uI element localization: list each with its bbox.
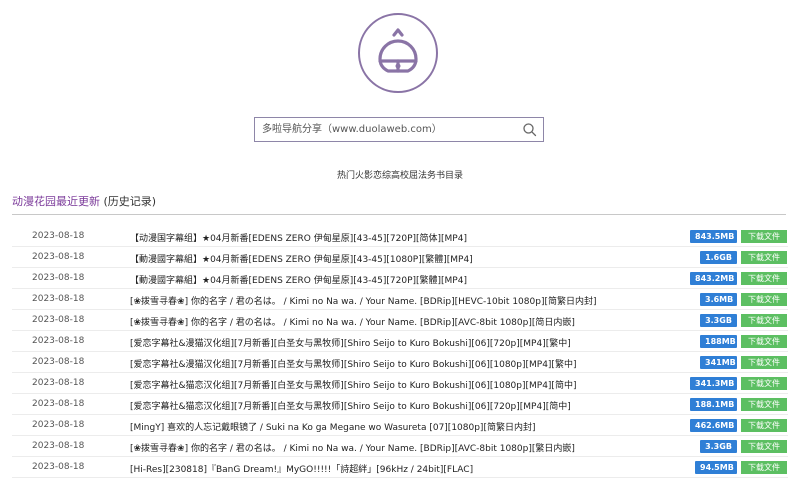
size-badge: 1.6GB xyxy=(700,251,737,264)
history-link[interactable]: (历史记录) xyxy=(104,195,157,208)
item-date: 2023-08-18 xyxy=(32,357,85,367)
list-item: 2023-08-18 [爱恋字幕社&漫猫汉化组][7月新番][白圣女与黑牧师][S… xyxy=(12,331,788,352)
item-title-link[interactable]: [Hi-Res][230818]『BanG Dream!』MyGO!!!!!「詩… xyxy=(130,462,690,475)
item-title-link[interactable]: [❀拨雪寻春❀] 你的名字 / 君の名は。 / Kimi no Na wa. /… xyxy=(130,315,690,328)
list-item: 2023-08-18 [❀拨雪寻春❀] 你的名字 / 君の名は。 / Kimi n… xyxy=(12,289,788,310)
divider xyxy=(12,214,786,215)
search-input[interactable] xyxy=(255,118,522,141)
item-title-link[interactable]: [❀拨雪寻春❀] 你的名字 / 君の名は。 / Kimi no Na wa. /… xyxy=(130,441,690,454)
list-item: 2023-08-18 [爱恋字幕社&猫恋汉化组][7月新番][白圣女与黑牧师][S… xyxy=(12,394,788,415)
item-title-link[interactable]: 【動漫國字幕組】★04月新番[EDENS ZERO 伊甸星原][43-45][7… xyxy=(130,273,690,286)
download-button[interactable]: 下载文件 xyxy=(741,230,787,243)
size-badge: 341MB xyxy=(700,356,737,369)
list-item: 2023-08-18 【動漫國字幕組】★04月新番[EDENS ZERO 伊甸星原… xyxy=(12,247,788,268)
list-item: 2023-08-18 【動漫國字幕組】★04月新番[EDENS ZERO 伊甸星原… xyxy=(12,268,788,289)
download-button[interactable]: 下载文件 xyxy=(741,461,787,474)
size-badge: 3.3GB xyxy=(700,314,737,327)
item-title-link[interactable]: 【动漫国字幕组】★04月新番[EDENS ZERO 伊甸星原][43-45][7… xyxy=(130,231,690,244)
download-button[interactable]: 下载文件 xyxy=(741,272,787,285)
item-date: 2023-08-18 xyxy=(32,420,85,430)
item-title-link[interactable]: [爱恋字幕社&猫恋汉化组][7月新番][白圣女与黑牧师][Shiro Seijo… xyxy=(130,399,690,412)
item-title-link[interactable]: [MingY] 喜欢的人忘记戴眼镜了 / Suki na Ko ga Megan… xyxy=(130,420,690,433)
download-button[interactable]: 下载文件 xyxy=(741,293,787,306)
hot-links[interactable]: 热门火影恋综高校屈法务书目录 xyxy=(0,168,800,181)
list-item: 2023-08-18 [❀拨雪寻春❀] 你的名字 / 君の名は。 / Kimi n… xyxy=(12,436,788,457)
size-badge: 462.6MB xyxy=(690,419,737,432)
section-header: 动漫花园最近更新 (历史记录) xyxy=(12,193,156,209)
download-button[interactable]: 下载文件 xyxy=(741,314,787,327)
search-icon[interactable] xyxy=(521,121,539,139)
size-badge: 188.1MB xyxy=(690,398,737,411)
search-box xyxy=(254,117,544,142)
section-title: 动漫花园最近更新 xyxy=(12,195,100,208)
download-button[interactable]: 下载文件 xyxy=(741,335,787,348)
item-date: 2023-08-18 xyxy=(32,399,85,409)
item-title-link[interactable]: [爱恋字幕社&漫猫汉化组][7月新番][白圣女与黑牧师][Shiro Seijo… xyxy=(130,357,690,370)
list-item: 2023-08-18 【动漫国字幕组】★04月新番[EDENS ZERO 伊甸星原… xyxy=(12,226,788,247)
item-date: 2023-08-18 xyxy=(32,462,85,472)
size-badge: 843.5MB xyxy=(690,230,737,243)
bell-icon xyxy=(378,28,418,73)
size-badge: 3.6MB xyxy=(700,293,737,306)
download-button[interactable]: 下载文件 xyxy=(741,440,787,453)
item-date: 2023-08-18 xyxy=(32,315,85,325)
item-title-link[interactable]: [❀拨雪寻春❀] 你的名字 / 君の名は。 / Kimi no Na wa. /… xyxy=(130,294,690,307)
site-logo[interactable] xyxy=(358,13,438,93)
list-item: 2023-08-18 [爱恋字幕社&漫猫汉化组][7月新番][白圣女与黑牧师][S… xyxy=(12,352,788,373)
list-item: 2023-08-18 [❀拨雪寻春❀] 你的名字 / 君の名は。 / Kimi n… xyxy=(12,310,788,331)
list-item: 2023-08-18 [Hi-Res][230818]『BanG Dream!』M… xyxy=(12,457,788,478)
item-title-link[interactable]: [爱恋字幕社&猫恋汉化组][7月新番][白圣女与黑牧师][Shiro Seijo… xyxy=(130,378,690,391)
size-badge: 341.3MB xyxy=(690,377,737,390)
item-date: 2023-08-18 xyxy=(32,441,85,451)
size-badge: 3.3GB xyxy=(700,440,737,453)
size-badge: 188MB xyxy=(700,335,737,348)
list-item: 2023-08-18 [爱恋字幕社&猫恋汉化组][7月新番][白圣女与黑牧师][S… xyxy=(12,373,788,394)
list-item: 2023-08-18 [MingY] 喜欢的人忘记戴眼镜了 / Suki na K… xyxy=(12,415,788,436)
item-date: 2023-08-18 xyxy=(32,273,85,283)
item-date: 2023-08-18 xyxy=(32,294,85,304)
item-date: 2023-08-18 xyxy=(32,336,85,346)
download-button[interactable]: 下载文件 xyxy=(741,356,787,369)
item-date: 2023-08-18 xyxy=(32,252,85,262)
item-date: 2023-08-18 xyxy=(32,231,85,241)
item-title-link[interactable]: 【動漫國字幕組】★04月新番[EDENS ZERO 伊甸星原][43-45][1… xyxy=(130,252,690,265)
download-button[interactable]: 下载文件 xyxy=(741,398,787,411)
download-button[interactable]: 下载文件 xyxy=(741,377,787,390)
size-badge: 843.2MB xyxy=(690,272,737,285)
size-badge: 94.5MB xyxy=(695,461,737,474)
item-title-link[interactable]: [爱恋字幕社&漫猫汉化组][7月新番][白圣女与黑牧师][Shiro Seijo… xyxy=(130,336,690,349)
download-button[interactable]: 下载文件 xyxy=(741,419,787,432)
item-date: 2023-08-18 xyxy=(32,378,85,388)
update-list: 2023-08-18 【动漫国字幕组】★04月新番[EDENS ZERO 伊甸星原… xyxy=(12,226,788,478)
download-button[interactable]: 下载文件 xyxy=(741,251,787,264)
